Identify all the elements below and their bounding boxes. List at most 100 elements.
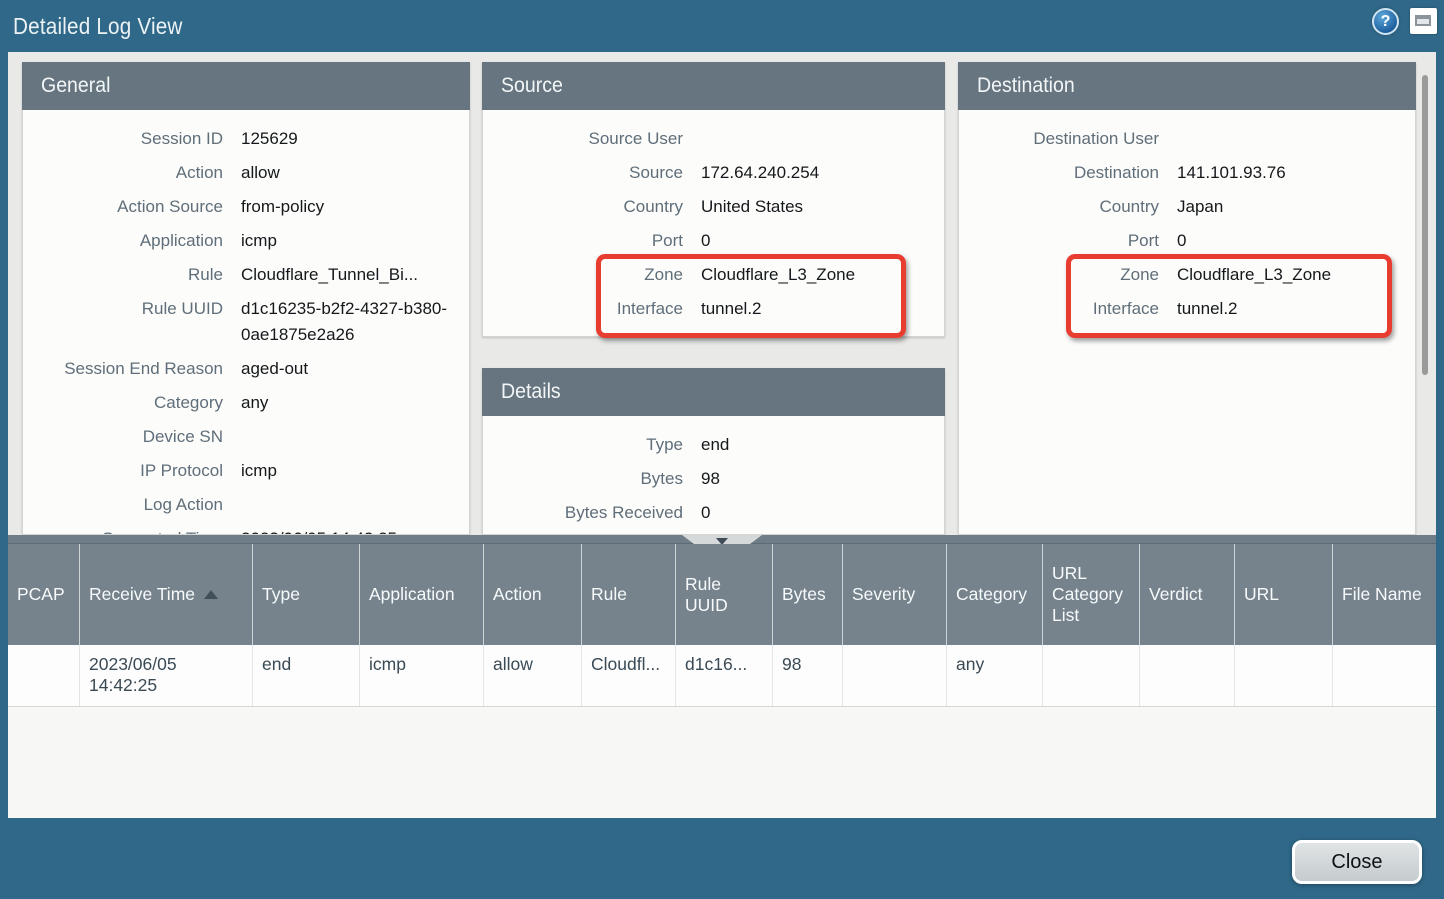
field-row-session-end-reason: Session End Reasonaged-out — [23, 352, 469, 386]
field-value: any — [241, 386, 268, 420]
maximize-window-icon[interactable] — [1410, 8, 1437, 34]
field-label: Category — [23, 386, 223, 420]
column-header-url[interactable]: URL — [1235, 544, 1333, 645]
field-row-country: Country Japan — [959, 190, 1415, 224]
field-row-destination-user: Destination User — [959, 122, 1415, 156]
cell-bytes: 98 — [773, 645, 843, 706]
field-row-destination: Destination 141.101.93.76 — [959, 156, 1415, 190]
column-header-url-category-list[interactable]: URL Category List — [1043, 544, 1140, 645]
field-row-rule-uuid: Rule UUIDd1c16235-b2f2-4327-b380-0ae1875… — [23, 292, 469, 352]
help-icon[interactable]: ? — [1372, 8, 1399, 35]
field-label: IP Protocol — [23, 454, 223, 488]
field-label: Action Source — [23, 190, 223, 224]
field-label: Device SN — [23, 420, 223, 454]
details-panel: Details Typeend Bytes 98 Bytes Received 0 — [482, 368, 945, 535]
field-value: Cloudflare_Tunnel_Bi... — [241, 258, 418, 292]
field-value: tunnel.2 — [701, 292, 762, 326]
general-panel-header: General — [22, 62, 470, 110]
field-label: Port — [959, 224, 1159, 258]
field-row-port: Port0 — [483, 224, 944, 258]
field-value: 0 — [701, 224, 710, 258]
column-header-receive-time[interactable]: Receive Time — [80, 544, 253, 645]
destination-panel-body: Destination User Destination 141.101.93.7… — [958, 110, 1416, 535]
maximize-window-icon-glyph — [1415, 15, 1431, 26]
field-label: Destination User — [959, 122, 1159, 156]
general-panel-title: General — [41, 74, 110, 98]
cell-category: any — [947, 645, 1043, 706]
field-value: 0 — [701, 496, 710, 530]
log-table-header: PCAP Receive Time Type Application Actio… — [8, 544, 1436, 645]
source-panel-title: Source — [501, 74, 563, 98]
cell-pcap — [8, 645, 80, 706]
field-value: 0 — [1177, 224, 1186, 258]
field-row-category: Category any — [23, 386, 469, 420]
field-row-rule: Rule Cloudflare_Tunnel_Bi... — [23, 258, 469, 292]
field-label: Bytes — [483, 462, 683, 496]
field-row-bytes-received: Bytes Received 0 — [483, 496, 944, 530]
destination-panel-header: Destination — [958, 62, 1416, 110]
source-panel-body: Source User Source172.64.240.254 Country… — [482, 110, 945, 337]
field-label: Source — [483, 156, 683, 190]
field-row-device-sn: Device SN — [23, 420, 469, 454]
cell-url — [1235, 645, 1333, 706]
column-header-verdict[interactable]: Verdict — [1140, 544, 1235, 645]
field-label: Rule — [23, 258, 223, 292]
field-value: 141.101.93.76 — [1177, 156, 1286, 190]
pane-splitter[interactable] — [8, 535, 1436, 544]
column-header-rule-uuid[interactable]: Rule UUID — [676, 544, 773, 645]
cell-action: allow — [484, 645, 582, 706]
close-button[interactable]: Close — [1292, 840, 1422, 884]
field-row-interface: Interfacetunnel.2 — [959, 292, 1415, 326]
column-header-bytes[interactable]: Bytes — [773, 544, 843, 645]
field-row-action-source: Action Sourcefrom-policy — [23, 190, 469, 224]
field-label: Country — [483, 190, 683, 224]
log-table: PCAP Receive Time Type Application Actio… — [8, 544, 1436, 818]
column-header-application[interactable]: Application — [360, 544, 484, 645]
field-label: Country — [959, 190, 1159, 224]
field-value: icmp — [241, 454, 277, 488]
field-row-interface: Interface tunnel.2 — [483, 292, 944, 326]
column-header-pcap[interactable]: PCAP — [8, 544, 80, 645]
field-label: Interface — [483, 292, 683, 326]
dialog-title: Detailed Log View — [13, 0, 183, 52]
cell-url-category-list — [1043, 645, 1140, 706]
field-label: Application — [23, 224, 223, 258]
field-value: d1c16235-b2f2-4327-b380-0ae1875e2a26 — [241, 292, 457, 352]
field-value: allow — [241, 156, 280, 190]
column-header-action[interactable]: Action — [484, 544, 582, 645]
cell-file-name — [1333, 645, 1436, 706]
field-row-port: Port 0 — [959, 224, 1415, 258]
details-panel-body: Typeend Bytes 98 Bytes Received 0 — [482, 416, 945, 535]
cell-rule-uuid: d1c16... — [676, 645, 773, 706]
field-label: Destination — [959, 156, 1159, 190]
cell-rule: Cloudfl... — [582, 645, 676, 706]
column-header-rule[interactable]: Rule — [582, 544, 676, 645]
field-value: Japan — [1177, 190, 1223, 224]
column-header-type[interactable]: Type — [253, 544, 360, 645]
field-label: Session ID — [23, 122, 223, 156]
field-value: 172.64.240.254 — [701, 156, 819, 190]
field-row-log-action: Log Action — [23, 488, 469, 522]
vertical-scrollbar-thumb[interactable] — [1422, 75, 1428, 375]
column-header-category[interactable]: Category — [947, 544, 1043, 645]
column-header-file-name[interactable]: File Name — [1333, 544, 1436, 645]
field-row-country: CountryUnited States — [483, 190, 944, 224]
field-row-type: Typeend — [483, 428, 944, 462]
field-row-generated-time: Generated Time2023/06/05 14:42:25 — [23, 522, 469, 535]
field-label: Bytes Received — [483, 496, 683, 530]
cell-application: icmp — [360, 645, 484, 706]
details-panel-header: Details — [482, 368, 945, 416]
column-header-severity[interactable]: Severity — [843, 544, 947, 645]
cell-type: end — [253, 645, 360, 706]
title-bar: Detailed Log View ? — [0, 0, 1444, 52]
field-label: Session End Reason — [23, 352, 223, 386]
field-value: icmp — [241, 224, 277, 258]
field-label: Action — [23, 156, 223, 190]
field-value: 98 — [701, 462, 720, 496]
field-label: Generated Time — [23, 522, 223, 535]
field-value: Cloudflare_L3_Zone — [701, 258, 855, 292]
log-table-row[interactable]: 2023/06/05 14:42:25 end icmp allow Cloud… — [8, 645, 1436, 707]
field-label: Type — [483, 428, 683, 462]
details-panel-title: Details — [501, 380, 561, 404]
field-row-ip-protocol: IP Protocol icmp — [23, 454, 469, 488]
